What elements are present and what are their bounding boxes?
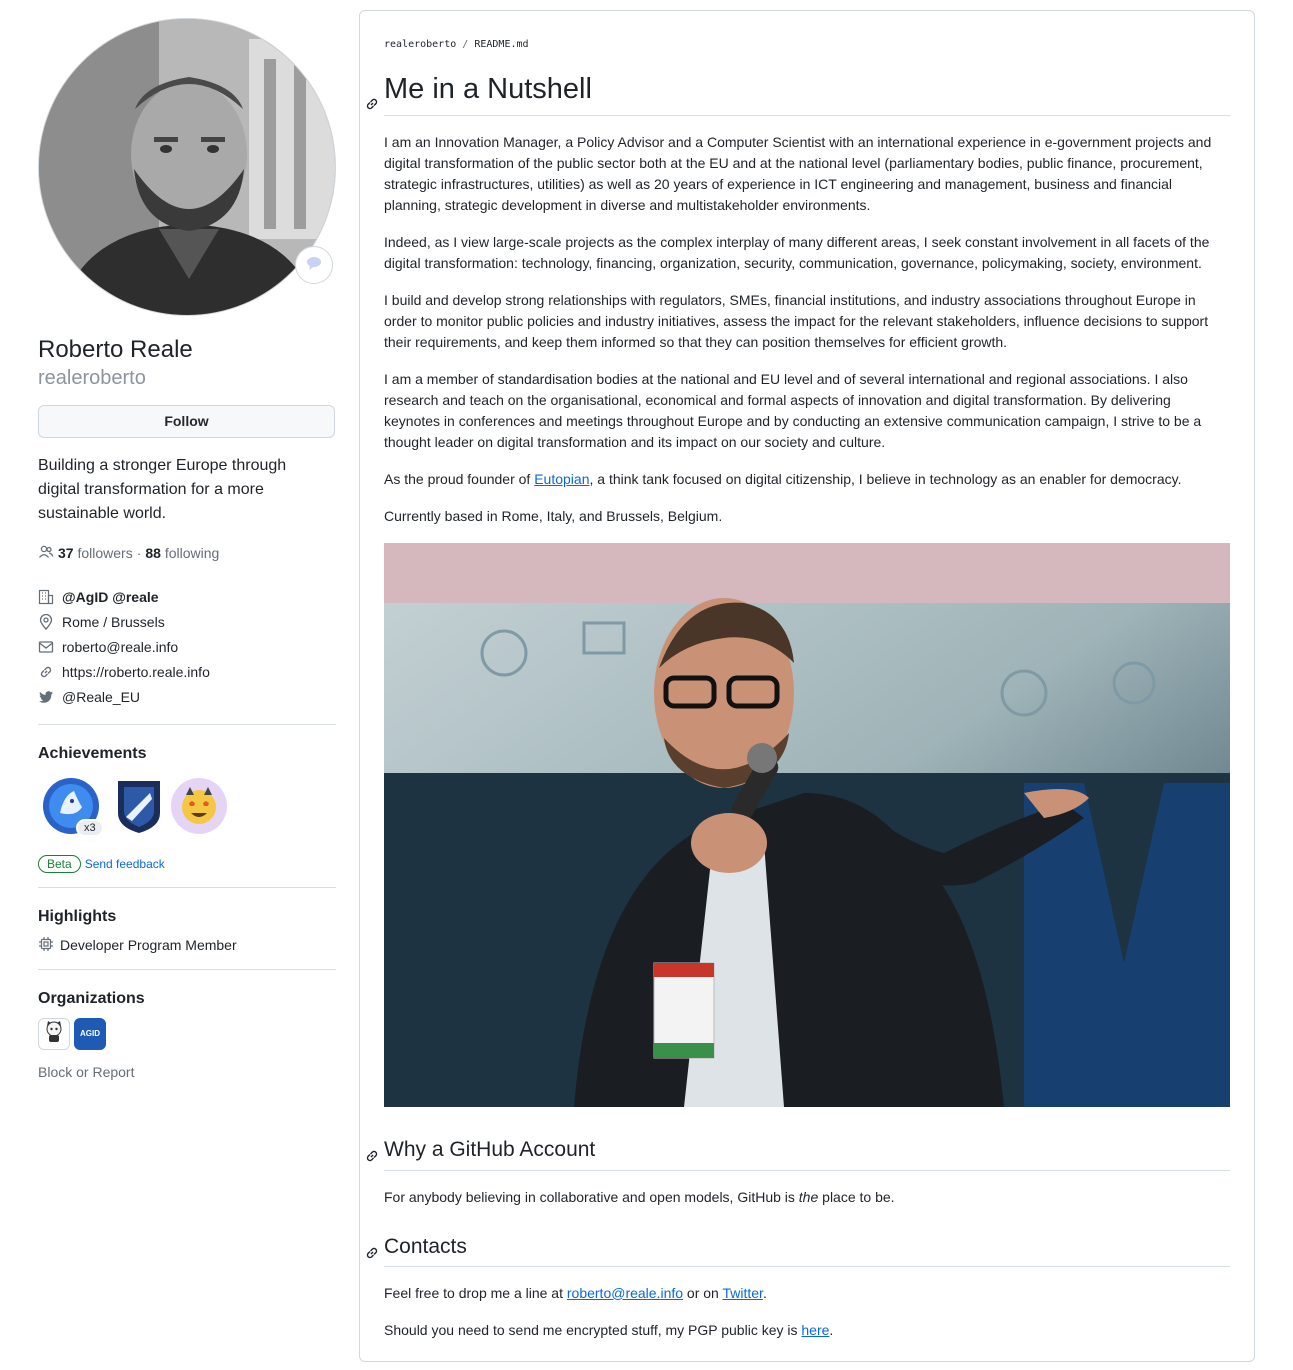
location-icon	[38, 614, 54, 631]
readme-paragraph: As the proud founder of Eutopian, a thin…	[384, 471, 1182, 488]
twitter-link[interactable]: Twitter	[722, 1285, 762, 1301]
achievement-badge-arctic[interactable]	[110, 777, 168, 835]
smiley-status-icon	[305, 254, 323, 277]
agid-logo-text: AGID	[80, 1029, 100, 1039]
readme-paragraph: Feel free to drop me a line at roberto@r…	[384, 1284, 767, 1301]
people-icon	[38, 544, 54, 563]
avatar-container	[38, 18, 336, 316]
eutopian-link[interactable]: Eutopian	[534, 471, 589, 487]
readme-content: Me in a Nutshell I am an Innovation Mana…	[366, 71, 1230, 1341]
profile-bio: Building a stronger Europe through digit…	[38, 456, 287, 522]
highlights-title: Highlights	[38, 907, 117, 925]
sidebar-divider	[38, 723, 336, 725]
readme-paragraph: I am a member of standardisation bodies …	[384, 371, 1202, 451]
cpu-icon	[38, 936, 54, 955]
readme-paragraph: I build and develop strong relationships…	[384, 292, 1209, 351]
separator-dot: ·	[136, 545, 142, 562]
highlight-item: Developer Program Member	[38, 936, 336, 955]
sidebar-divider	[38, 968, 336, 970]
beta-label: Beta	[38, 854, 81, 873]
speaker-photo	[384, 543, 1230, 1108]
detail-email: roberto@reale.info	[38, 635, 336, 660]
send-feedback-link[interactable]: Send feedback	[85, 857, 165, 871]
readme-paragraph: For anybody believing in collaborative a…	[384, 1188, 895, 1205]
profile-sidebar: Roberto Reale realeroberto Follow Buildi…	[38, 18, 336, 1080]
follow-button[interactable]: Follow	[38, 404, 335, 438]
readme-file-link[interactable]: README.md	[474, 39, 528, 50]
organization-icon	[38, 589, 54, 605]
following-link[interactable]: 88 following	[145, 545, 219, 561]
detail-organization: @AgID @reale	[38, 585, 336, 610]
anchor-link-icon[interactable]	[364, 1242, 380, 1258]
achievement-badge-starstruck[interactable]	[170, 777, 228, 835]
organizations-title: Organizations	[38, 989, 145, 1007]
detail-twitter: @Reale_EU	[38, 685, 336, 710]
email-link[interactable]: roberto@reale.info	[567, 1285, 683, 1301]
readme-paragraph: Indeed, as I view large-scale projects a…	[384, 234, 1210, 272]
readme-heading-github: Why a GitHub Account	[366, 1137, 1230, 1171]
octocat-icon	[41, 1019, 67, 1049]
block-or-report-link[interactable]: Block or Report	[38, 1064, 336, 1080]
organizations-list: AGID	[38, 1017, 336, 1050]
readme-card: realeroberto / README.md Me in a Nutshel…	[359, 10, 1255, 1362]
mail-icon	[38, 639, 54, 655]
achievements-beta-row: Beta Send feedback	[38, 854, 336, 873]
org-avatar-agid[interactable]: AGID	[74, 1017, 106, 1050]
anchor-link-icon[interactable]	[364, 85, 380, 110]
readme-paragraph: I am an Innovation Manager, a Policy Adv…	[384, 134, 1212, 214]
twitter-icon	[38, 689, 54, 705]
achievement-badge-pull-shark[interactable]: x3	[42, 777, 104, 837]
profile-details: @AgID @reale Rome / Brussels roberto@rea…	[38, 585, 336, 710]
readme-owner-link[interactable]: realeroberto	[384, 39, 456, 50]
profile-name: Roberto Reale	[38, 336, 193, 363]
link-icon	[38, 664, 54, 680]
readme-breadcrumb: realeroberto / README.md	[384, 39, 529, 50]
pgp-key-link[interactable]: here	[801, 1322, 829, 1338]
profile-username: realeroberto	[38, 366, 146, 389]
org-avatar-reale[interactable]	[38, 1017, 70, 1050]
detail-location: Rome / Brussels	[38, 610, 336, 635]
detail-website: https://roberto.reale.info	[38, 660, 336, 685]
sidebar-divider	[38, 886, 336, 888]
follow-stats: 37 followers · 88 following	[38, 544, 336, 563]
set-status-button[interactable]	[295, 246, 333, 284]
readme-paragraph: Should you need to send me encrypted stu…	[384, 1321, 834, 1338]
readme-heading-nutshell: Me in a Nutshell	[366, 71, 1230, 117]
readme-paragraph: Currently based in Rome, Italy, and Brus…	[384, 508, 723, 525]
achievements-title: Achievements	[38, 744, 147, 762]
followers-link[interactable]: 37 followers	[58, 545, 133, 561]
anchor-link-icon[interactable]	[364, 1145, 380, 1162]
achievement-badges: x3	[38, 777, 336, 839]
avatar[interactable]	[38, 18, 336, 316]
readme-heading-contacts: Contacts	[366, 1234, 1230, 1267]
achievement-count-badge: x3	[76, 818, 104, 837]
